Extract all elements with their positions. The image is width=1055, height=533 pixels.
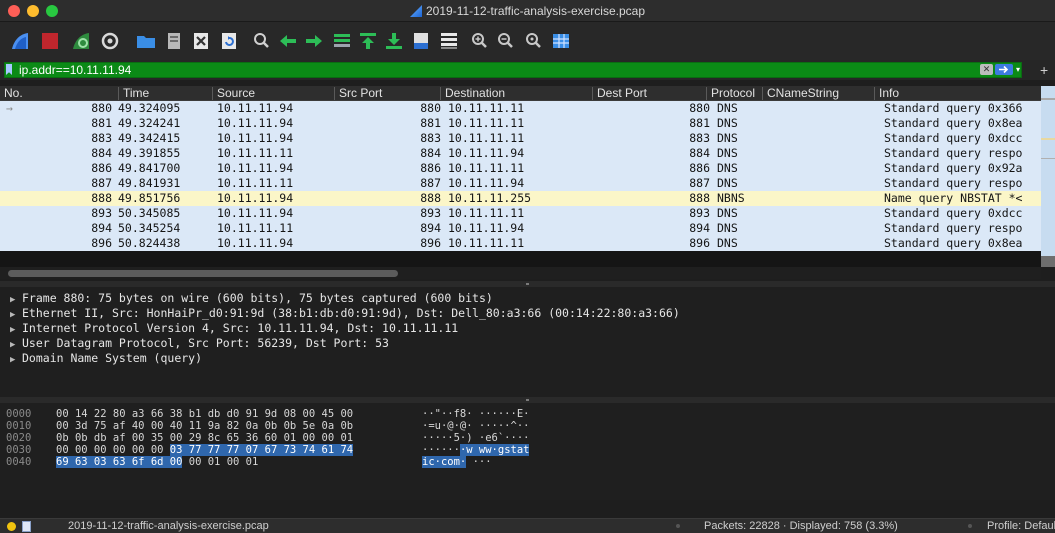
title-bar: 2019-11-12-traffic-analysis-exercise.pca… [0,0,1055,22]
open-file-icon[interactable] [134,29,158,53]
column-header-src-port[interactable]: Src Port [334,87,382,100]
detail-row-udp[interactable]: ▶ User Datagram Protocol, Src Port: 56239… [10,336,389,351]
zoom-normal-icon[interactable] [522,29,546,53]
close-file-icon[interactable] [189,29,213,53]
column-header-cnamestring[interactable]: CNameString [762,87,839,100]
column-header-info[interactable]: Info [874,87,899,100]
resize-columns-icon[interactable] [549,29,573,53]
capture-options-icon[interactable] [98,29,122,53]
packet-row[interactable]: 894 50.345254 10.11.11.11 894 10.11.11.9… [0,221,1041,236]
packet-row[interactable]: 896 50.824438 10.11.11.94 896 10.11.11.1… [0,236,1041,251]
status-profile[interactable]: Profile: Default [987,519,1055,533]
expert-info-indicator-icon[interactable] [7,522,16,531]
status-file-name: 2019-11-12-traffic-analysis-exercise.pca… [68,520,269,532]
column-header-destination[interactable]: Destination [440,87,505,100]
apply-filter-button[interactable] [995,64,1013,75]
go-last-packet-icon[interactable] [382,29,406,53]
packet-list-header: No. Time Source Src Port Destination Des… [0,86,1041,101]
column-header-source[interactable]: Source [212,87,255,100]
detail-row-dns[interactable]: ▶ Domain Name System (query) [10,351,202,366]
detail-row-ethernet[interactable]: ▶ Ethernet II, Src: HonHaiPr_d0:91:9d (38… [10,306,680,321]
go-back-icon[interactable] [276,29,300,53]
packet-row[interactable]: 881 49.324241 10.11.11.94 881 10.11.11.1… [0,116,1041,131]
shark-fin-start-icon[interactable] [8,29,32,53]
go-to-packet-icon[interactable] [330,29,354,53]
filter-history-dropdown-icon[interactable]: ▾ [1016,64,1022,75]
display-filter-input[interactable]: ip.addr==10.11.11.94 [4,62,1022,78]
column-header-time[interactable]: Time [118,87,149,100]
save-file-icon[interactable] [162,29,186,53]
capture-file-properties-icon[interactable] [22,521,31,532]
packet-bytes-pane: 0000 00 14 22 80 a3 66 38 b1 db d0 91 9d… [0,403,1055,500]
find-packet-icon[interactable] [250,29,274,53]
packet-list: → 880 49.324095 10.11.11.94 880 10.11.11… [0,101,1041,267]
packet-row[interactable]: 886 49.841700 10.11.11.94 886 10.11.11.1… [0,161,1041,176]
packet-list-minimap[interactable] [1041,86,1055,267]
packet-list-horizontal-scrollbar[interactable] [0,267,1041,279]
reload-file-icon[interactable] [217,29,241,53]
auto-scroll-icon[interactable] [409,29,433,53]
packet-row[interactable]: → 880 49.324095 10.11.11.94 880 10.11.11… [0,101,1041,116]
status-packet-count: Packets: 22828 · Displayed: 758 (3.3%) [704,520,898,532]
zoom-out-icon[interactable] [494,29,518,53]
status-bar: 2019-11-12-traffic-analysis-exercise.pca… [0,518,1055,533]
packet-row[interactable]: 887 49.841931 10.11.11.11 887 10.11.11.9… [0,176,1041,191]
go-first-packet-icon[interactable] [356,29,380,53]
display-filter-bar: ip.addr==10.11.11.94 ✕ ▾ + [0,60,1055,80]
restart-capture-icon[interactable] [69,29,93,53]
packet-details-pane: ▶ Frame 880: 75 bytes on wire (600 bits),… [0,287,1055,397]
packet-row[interactable]: 893 50.345085 10.11.11.94 893 10.11.11.1… [0,206,1041,221]
go-forward-icon[interactable] [302,29,326,53]
column-header-protocol[interactable]: Protocol [706,87,755,100]
add-filter-button-icon[interactable]: + [1040,62,1048,78]
packet-row[interactable]: 888 49.851756 10.11.11.94 888 10.11.11.2… [0,191,1041,206]
zoom-in-icon[interactable] [468,29,492,53]
wireshark-file-icon [410,5,422,17]
expand-triangle-icon[interactable]: ▶ [10,353,22,368]
packet-row[interactable]: 883 49.342415 10.11.11.94 883 10.11.11.1… [0,131,1041,146]
clear-filter-icon[interactable]: ✕ [980,64,993,75]
column-header-dest-port[interactable]: Dest Port [592,87,647,100]
detail-row-frame[interactable]: ▶ Frame 880: 75 bytes on wire (600 bits),… [10,291,493,306]
stop-capture-icon[interactable] [38,29,62,53]
detail-row-ip[interactable]: ▶ Internet Protocol Version 4, Src: 10.11… [10,321,458,336]
scrollbar-thumb[interactable] [8,270,398,277]
column-header-no[interactable]: No. [0,87,23,100]
colorize-icon[interactable] [437,29,461,53]
main-toolbar [0,22,1055,60]
window-title: 2019-11-12-traffic-analysis-exercise.pca… [426,4,645,18]
packet-row[interactable]: 884 49.391855 10.11.11.11 884 10.11.11.9… [0,146,1041,161]
